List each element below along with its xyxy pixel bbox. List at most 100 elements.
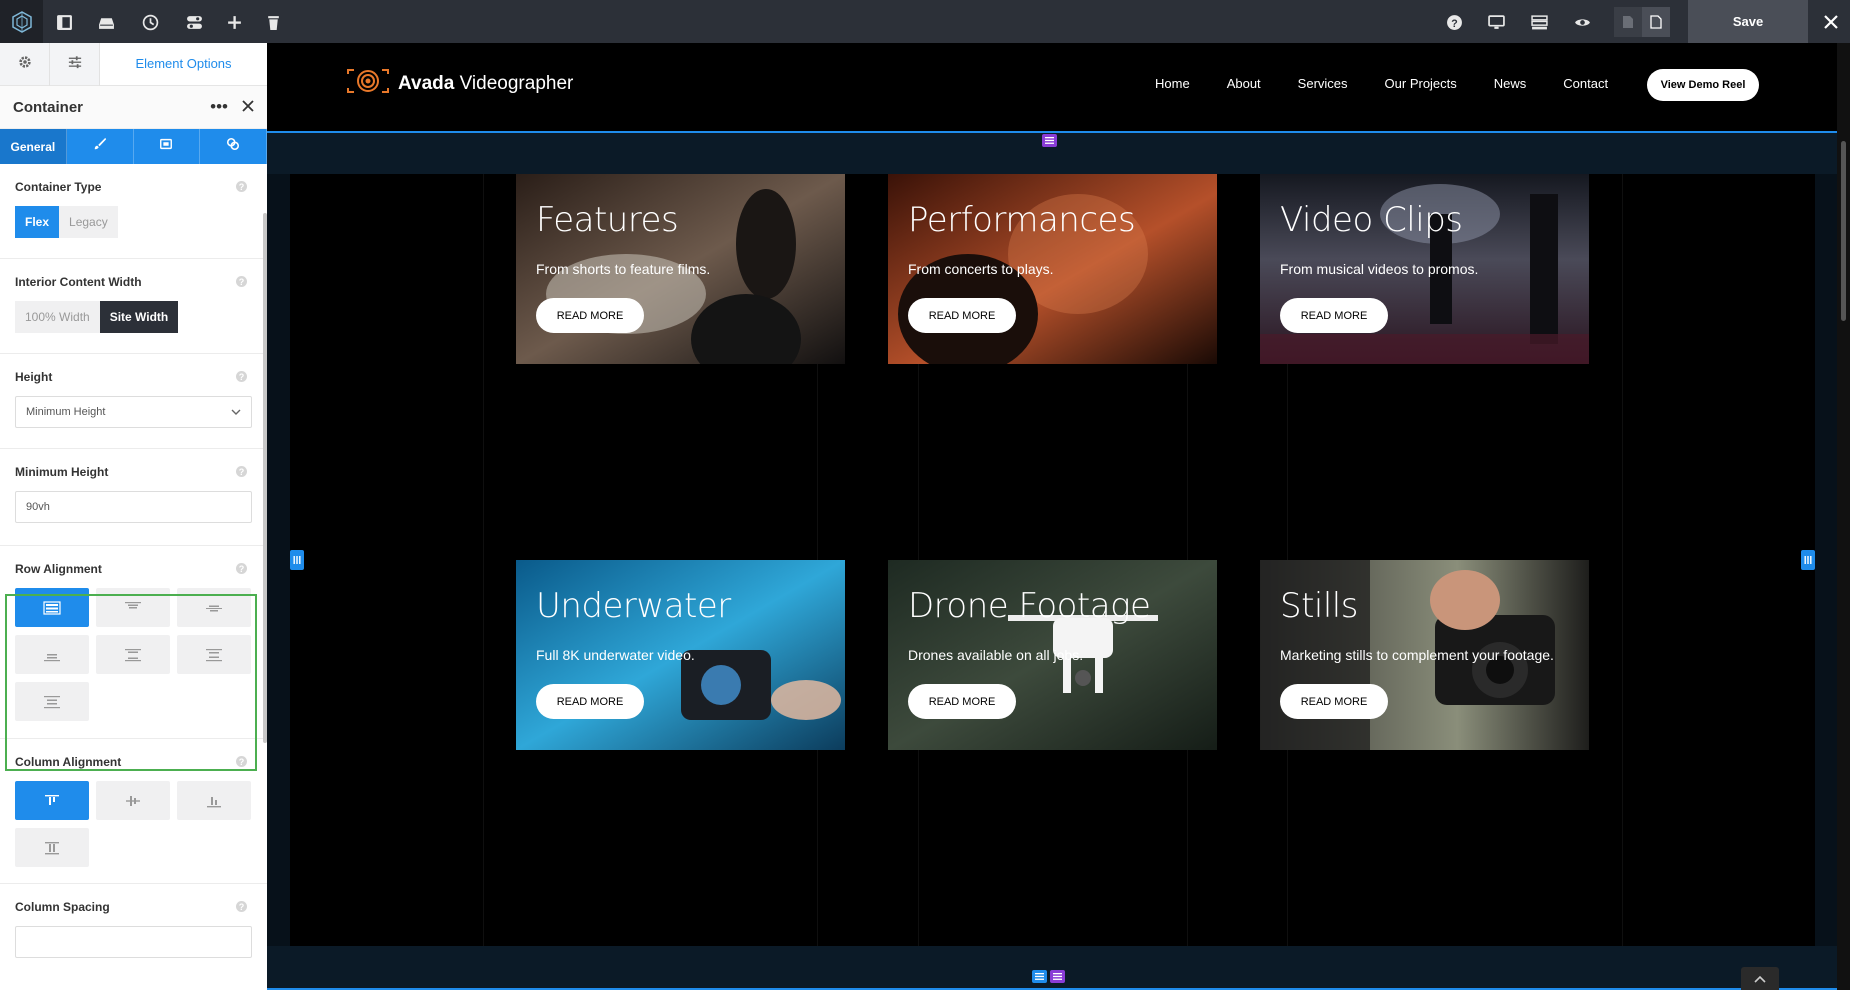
subtab-general[interactable]: General xyxy=(0,129,67,164)
gear-icon xyxy=(18,55,32,74)
desktop-icon[interactable] xyxy=(1482,8,1510,36)
close-panel-icon[interactable] xyxy=(242,97,254,117)
add-icon[interactable] xyxy=(220,8,248,36)
scrollbar-thumb[interactable] xyxy=(1841,141,1846,321)
col-align-top-icon[interactable] xyxy=(15,781,89,820)
library-icon[interactable] xyxy=(92,8,120,36)
canvas-scrollbar[interactable] xyxy=(1837,43,1850,990)
container-type-flex[interactable]: Flex xyxy=(15,206,60,238)
wireframe-icon[interactable] xyxy=(1525,8,1553,36)
trash-icon[interactable] xyxy=(259,8,287,36)
background-icon xyxy=(159,137,173,156)
read-more-button[interactable]: READ MORE xyxy=(536,298,644,333)
row-align-space-around-icon[interactable] xyxy=(177,635,251,674)
card-title: Video Clips xyxy=(1280,200,1463,240)
tab-sliders[interactable] xyxy=(50,43,100,86)
row-align-start-icon[interactable] xyxy=(96,588,170,627)
card-drone-footage: Drone Footage Drones available on all jo… xyxy=(888,560,1217,750)
help-icon[interactable]: ? xyxy=(236,466,247,477)
help-icon[interactable]: ? xyxy=(236,756,247,767)
camera-logo-icon xyxy=(346,68,390,99)
tab-settings[interactable] xyxy=(0,43,50,86)
container-type-label: Container Type xyxy=(15,180,102,194)
help-icon[interactable]: ? xyxy=(236,276,247,287)
navigator-icon[interactable] xyxy=(180,8,208,36)
site-header: Avada Videographer Home About Services O… xyxy=(267,43,1850,131)
avada-logo-icon[interactable] xyxy=(0,0,43,43)
history-icon[interactable] xyxy=(136,8,164,36)
card-title: Stills xyxy=(1280,586,1358,626)
height-label: Height xyxy=(15,370,53,384)
svg-text:?: ? xyxy=(1451,17,1457,29)
row-align-space-evenly-icon[interactable] xyxy=(15,682,89,721)
col-align-center-icon[interactable] xyxy=(96,781,170,820)
read-more-button[interactable]: READ MORE xyxy=(1280,298,1388,333)
height-select[interactable]: Minimum Height xyxy=(15,396,252,428)
panel-header: Container ••• xyxy=(0,86,267,129)
read-more-button[interactable]: READ MORE xyxy=(908,298,1016,333)
subtab-design[interactable] xyxy=(67,129,134,164)
card-subtitle: From musical videos to promos. xyxy=(1280,261,1479,277)
row-align-center-icon[interactable] xyxy=(177,588,251,627)
site-brand[interactable]: Avada Videographer xyxy=(346,68,573,99)
brand-bold: Avada xyxy=(398,72,455,94)
nav-item-our-projects[interactable]: Our Projects xyxy=(1385,76,1457,91)
builder-toolbar: ? Save xyxy=(0,0,1850,43)
nav-item-home[interactable]: Home xyxy=(1155,76,1190,91)
help-icon[interactable]: ? xyxy=(1440,8,1468,36)
interior-width-100[interactable]: 100% Width xyxy=(15,301,100,333)
subtab-background[interactable] xyxy=(134,129,201,164)
save-button[interactable]: Save xyxy=(1688,0,1808,43)
row-align-space-between-icon[interactable] xyxy=(96,635,170,674)
panel-tabs: Element Options xyxy=(0,43,267,86)
interior-width-site[interactable]: Site Width xyxy=(99,301,179,333)
close-icon[interactable] xyxy=(1812,0,1850,43)
col-align-bottom-icon[interactable] xyxy=(177,781,251,820)
card-video-clips: Video Clips From musical videos to promo… xyxy=(1260,174,1589,364)
brush-icon xyxy=(93,137,107,156)
page-preview: Avada Videographer Home About Services O… xyxy=(267,43,1850,990)
preview-icon[interactable] xyxy=(1568,8,1596,36)
card-subtitle: From concerts to plays. xyxy=(908,261,1054,277)
read-more-button[interactable]: READ MORE xyxy=(1280,684,1388,719)
page-off-icon[interactable] xyxy=(1614,7,1642,37)
chevron-down-icon xyxy=(231,406,241,418)
card-title: Features xyxy=(536,200,679,240)
container-type-legacy[interactable]: Legacy xyxy=(59,206,118,238)
nav-item-contact[interactable]: Contact xyxy=(1563,76,1608,91)
column-spacing-label: Column Spacing xyxy=(15,900,110,914)
column-guide xyxy=(1622,174,1623,946)
read-more-button[interactable]: READ MORE xyxy=(908,684,1016,719)
nav-item-about[interactable]: About xyxy=(1227,76,1261,91)
read-more-button[interactable]: READ MORE xyxy=(536,684,644,719)
resize-left-handle-icon[interactable] xyxy=(290,550,304,570)
scroll-to-top-icon[interactable] xyxy=(1741,967,1779,990)
nav-item-services[interactable]: Services xyxy=(1298,76,1348,91)
column-alignment-option: Column Alignment ? xyxy=(0,739,267,884)
nav-item-news[interactable]: News xyxy=(1494,76,1527,91)
card-title: Drone Footage xyxy=(908,586,1151,626)
min-height-input[interactable]: 90vh xyxy=(15,491,252,523)
more-options-icon[interactable]: ••• xyxy=(210,97,228,117)
subtab-extras[interactable] xyxy=(200,129,267,164)
help-icon[interactable]: ? xyxy=(236,563,247,574)
row-bottom-handle-icon[interactable] xyxy=(1032,970,1047,983)
row-align-stretch-icon[interactable] xyxy=(15,588,89,627)
column-spacing-input[interactable] xyxy=(15,926,252,958)
extras-icon xyxy=(226,137,240,156)
option-subtabs: General xyxy=(0,129,267,164)
page-icon[interactable] xyxy=(1642,7,1670,37)
row-alignment-label: Row Alignment xyxy=(15,562,102,576)
container-bottom-handle-icon[interactable] xyxy=(1050,970,1065,983)
help-icon[interactable]: ? xyxy=(236,181,247,192)
tab-element-options[interactable]: Element Options xyxy=(100,43,267,85)
container-drag-handle-icon[interactable] xyxy=(1042,134,1057,147)
resize-right-handle-icon[interactable] xyxy=(1801,550,1815,570)
help-icon[interactable]: ? xyxy=(236,371,247,382)
col-align-stretch-icon[interactable] xyxy=(15,828,89,867)
row-align-end-icon[interactable] xyxy=(15,635,89,674)
help-icon[interactable]: ? xyxy=(236,901,247,912)
card-title: Performances xyxy=(908,200,1136,240)
layout-toggle-icon[interactable] xyxy=(50,8,78,36)
view-demo-reel-button[interactable]: View Demo Reel xyxy=(1647,69,1759,101)
